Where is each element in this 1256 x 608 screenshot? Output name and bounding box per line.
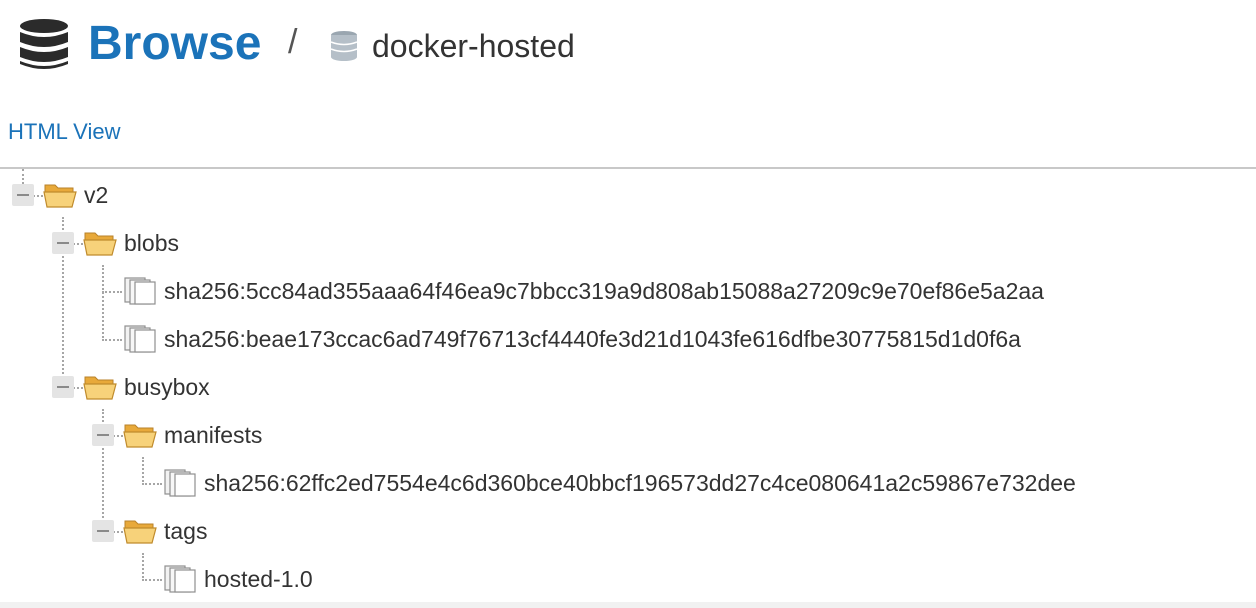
tree-connector: [102, 291, 122, 293]
repository-name: docker-hosted: [372, 28, 575, 64]
repository-icon: [330, 31, 358, 61]
tree-connector: [33, 195, 43, 197]
tree-connector: [113, 435, 123, 437]
tree-connector: [142, 457, 144, 485]
page-header: Browse / docker-hosted: [0, 0, 1256, 95]
folder-open-icon: [43, 184, 77, 208]
tree-connector: [102, 339, 122, 341]
database-icon: [20, 19, 68, 69]
html-view-link[interactable]: HTML View: [8, 118, 120, 146]
tree-node-tag[interactable]: hosted-1.0: [204, 564, 313, 594]
bottom-bar: [0, 602, 1256, 608]
tree-connector: [73, 387, 83, 389]
file-stack-icon: [164, 469, 196, 497]
tree-node-tags[interactable]: tags: [164, 516, 207, 546]
tree-connector: [102, 265, 104, 341]
folder-open-icon: [83, 376, 117, 400]
file-stack-icon: [124, 325, 156, 353]
collapse-toggle-blobs[interactable]: [52, 232, 74, 254]
tree-node-manifest[interactable]: sha256:62ffc2ed7554e4c6d360bce40bbcf1965…: [204, 468, 1076, 498]
tree-node-v2[interactable]: v2: [84, 180, 108, 210]
folder-open-icon: [83, 232, 117, 256]
folder-open-icon: [123, 424, 157, 448]
tree-connector: [142, 483, 162, 485]
tree-node-blob[interactable]: sha256:5cc84ad355aaa64f46ea9c7bbcc319a9d…: [164, 276, 1044, 306]
collapse-toggle-v2[interactable]: [12, 184, 34, 206]
folder-open-icon: [123, 520, 157, 544]
collapse-toggle-tags[interactable]: [92, 520, 114, 542]
page-title[interactable]: Browse: [88, 14, 261, 74]
file-stack-icon: [164, 565, 196, 593]
tree-connector: [142, 579, 162, 581]
collapse-toggle-busybox[interactable]: [52, 376, 74, 398]
tree-node-manifests[interactable]: manifests: [164, 420, 262, 450]
tree-connector: [73, 243, 83, 245]
file-stack-icon: [124, 277, 156, 305]
collapse-toggle-manifests[interactable]: [92, 424, 114, 446]
tree-node-blobs[interactable]: blobs: [124, 228, 179, 258]
tree-connector: [22, 169, 24, 184]
tree-node-blob[interactable]: sha256:beae173ccac6ad749f76713cf4440fe3d…: [164, 324, 1021, 354]
breadcrumb-separator: /: [288, 23, 298, 61]
tree-connector: [113, 531, 123, 533]
tree-node-busybox[interactable]: busybox: [124, 372, 210, 402]
tree-connector: [142, 553, 144, 581]
tree-view: v2 blobs sha256:5cc84ad355aaa64f46ea9c7b…: [0, 169, 1256, 602]
